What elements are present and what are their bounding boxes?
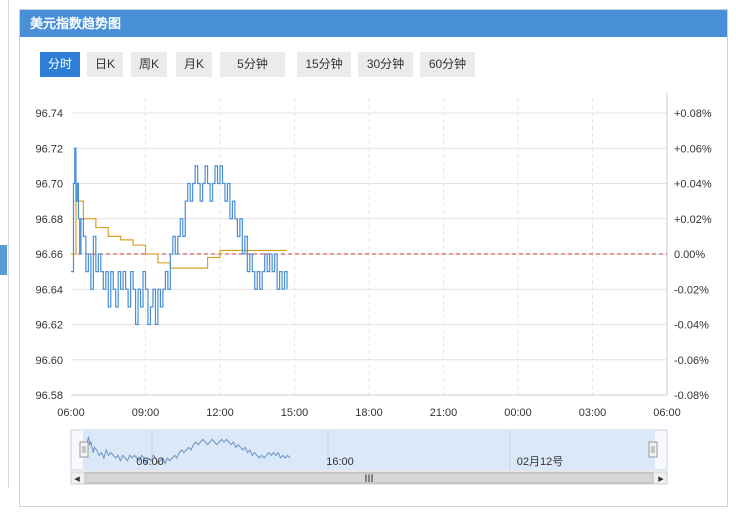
y-tick-label: 96.68 (35, 214, 63, 226)
x-tick-label: 21:00 (430, 407, 458, 419)
x-tick-label: 00:00 (504, 407, 532, 419)
navigator-label: 16:00 (326, 456, 354, 468)
navigator-selection[interactable] (83, 430, 655, 470)
x-tick-label: 12:00 (206, 407, 234, 419)
y2-tick-label: -0.02% (674, 284, 709, 296)
y2-tick-label: -0.06% (674, 355, 709, 367)
y-tick-label: 96.70 (35, 179, 63, 191)
chart-canvas: 96.74 +0.08% 96.72 +0.06% 96.70 +0.04% 96.68 +0… (35, 93, 712, 485)
navigator-label: 06:00 (136, 456, 164, 468)
y2-tick-label: +0.08% (674, 108, 712, 120)
y2-tick-label: 0.00% (674, 249, 705, 261)
scroll-right-arrow-icon[interactable]: ▸ (658, 473, 664, 485)
y-tick-label: 96.64 (35, 284, 63, 296)
scroll-left-arrow-icon[interactable]: ◂ (74, 473, 80, 485)
x-tick-label: 18:00 (355, 407, 383, 419)
x-tick-label: 03:00 (579, 407, 607, 419)
navigator-right-handle[interactable] (648, 441, 658, 458)
y-tick-label: 96.66 (35, 249, 63, 261)
x-tick-label: 09:00 (132, 407, 160, 419)
y-tick-label: 96.58 (35, 390, 63, 402)
y-tick-label: 96.60 (35, 355, 63, 367)
x-tick-label: 06:00 (57, 407, 85, 419)
y2-tick-label: +0.02% (674, 214, 712, 226)
y2-tick-label: -0.04% (674, 320, 709, 332)
scrollbar-grip: III (364, 473, 373, 485)
x-tick-label: 06:00 (653, 407, 681, 419)
x-tick-label: 15:00 (281, 407, 309, 419)
y2-tick-label: +0.04% (674, 179, 712, 191)
navigator-left-handle[interactable] (79, 441, 89, 458)
y2-tick-label: +0.06% (674, 143, 712, 155)
y-tick-label: 96.72 (35, 143, 63, 155)
navigator-label: 02月12号 (517, 455, 563, 468)
y-tick-label: 96.74 (35, 108, 63, 120)
y-tick-label: 96.62 (35, 320, 63, 332)
y2-tick-label: -0.08% (674, 390, 709, 402)
